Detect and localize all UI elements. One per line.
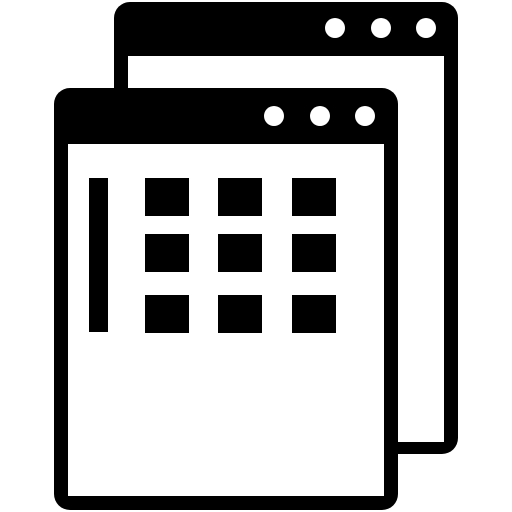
grid-cell	[292, 178, 336, 216]
grid-cell	[292, 295, 336, 333]
sidebar-bar	[89, 178, 108, 332]
back-window-dot-icon	[325, 18, 345, 38]
windows-icon	[0, 0, 512, 512]
grid-cell	[218, 234, 262, 272]
front-window-dot-icon	[264, 106, 284, 126]
front-window	[54, 88, 398, 510]
grid-cell	[145, 295, 189, 333]
front-window-dot-icon	[310, 106, 330, 126]
grid-cell	[292, 234, 336, 272]
grid-cell	[218, 295, 262, 333]
grid-cell	[145, 234, 189, 272]
grid-cell	[218, 178, 262, 216]
content-grid	[145, 178, 336, 333]
grid-cell	[145, 178, 189, 216]
windows-icon-svg	[54, 2, 458, 510]
front-window-dot-icon	[355, 106, 375, 126]
back-window-dot-icon	[371, 18, 391, 38]
back-window-dot-icon	[416, 18, 436, 38]
